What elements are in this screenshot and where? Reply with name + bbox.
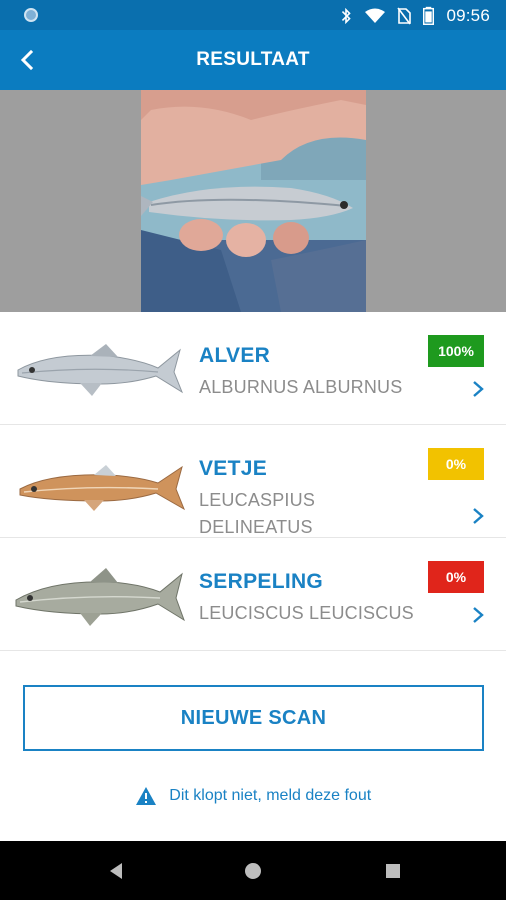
recents-square-icon[interactable] bbox=[381, 859, 405, 883]
chevron-right-icon[interactable] bbox=[468, 604, 488, 626]
page-title: RESULTAAT bbox=[196, 49, 310, 70]
home-circle-icon[interactable] bbox=[241, 859, 265, 883]
system-nav-bar bbox=[0, 841, 506, 900]
result-name: SERPELING bbox=[199, 570, 324, 593]
status-icons: 09:56 bbox=[339, 6, 490, 26]
warning-icon bbox=[135, 787, 156, 805]
result-latin-name: LEUCISCUS LEUCISCUS bbox=[199, 603, 414, 623]
status-time: 09:56 bbox=[446, 6, 490, 25]
match-score-badge: 0% bbox=[428, 448, 484, 480]
result-row-alver[interactable]: ALVER ALBURNUS ALBURNUS 100% bbox=[0, 312, 506, 425]
bluetooth-icon bbox=[342, 8, 352, 24]
report-error-label: Dit klopt niet, meld deze fout bbox=[169, 787, 372, 804]
result-latin-name: LEUCASPIUS DELINEATUS bbox=[199, 490, 316, 537]
fish-vetje-image bbox=[19, 465, 185, 511]
match-score-badge: 100% bbox=[428, 335, 484, 367]
match-score-badge: 0% bbox=[428, 561, 484, 593]
fish-alver-image bbox=[17, 344, 184, 396]
status-bar: 09:56 bbox=[0, 0, 506, 30]
scanned-photo bbox=[141, 90, 366, 312]
camera-notification-icon bbox=[24, 8, 38, 22]
result-name: VETJE bbox=[199, 457, 268, 480]
result-list: ALVER ALBURNUS ALBURNUS 100% VETJE LEUCA… bbox=[0, 312, 506, 651]
result-name: ALVER bbox=[199, 344, 271, 367]
photo-strip bbox=[0, 90, 506, 312]
chevron-right-icon[interactable] bbox=[468, 505, 488, 527]
battery-icon bbox=[423, 6, 435, 25]
no-sim-icon bbox=[397, 7, 412, 25]
wifi-icon bbox=[365, 8, 386, 23]
result-latin-name: ALBURNUS ALBURNUS bbox=[199, 377, 403, 397]
back-triangle-icon[interactable] bbox=[104, 859, 128, 883]
result-row-serpeling[interactable]: SERPELING LEUCISCUS LEUCISCUS 0% bbox=[0, 538, 506, 651]
app-bar: RESULTAAT bbox=[0, 30, 506, 90]
new-scan-button[interactable]: NIEUWE SCAN bbox=[23, 685, 484, 751]
fish-serpeling-image bbox=[15, 568, 185, 626]
scanned-photo-image bbox=[141, 90, 366, 312]
report-error-link[interactable]: Dit klopt niet, meld deze fout bbox=[0, 786, 506, 806]
chevron-right-icon[interactable] bbox=[468, 378, 488, 400]
result-row-vetje[interactable]: VETJE LEUCASPIUS DELINEATUS 0% bbox=[0, 425, 506, 538]
